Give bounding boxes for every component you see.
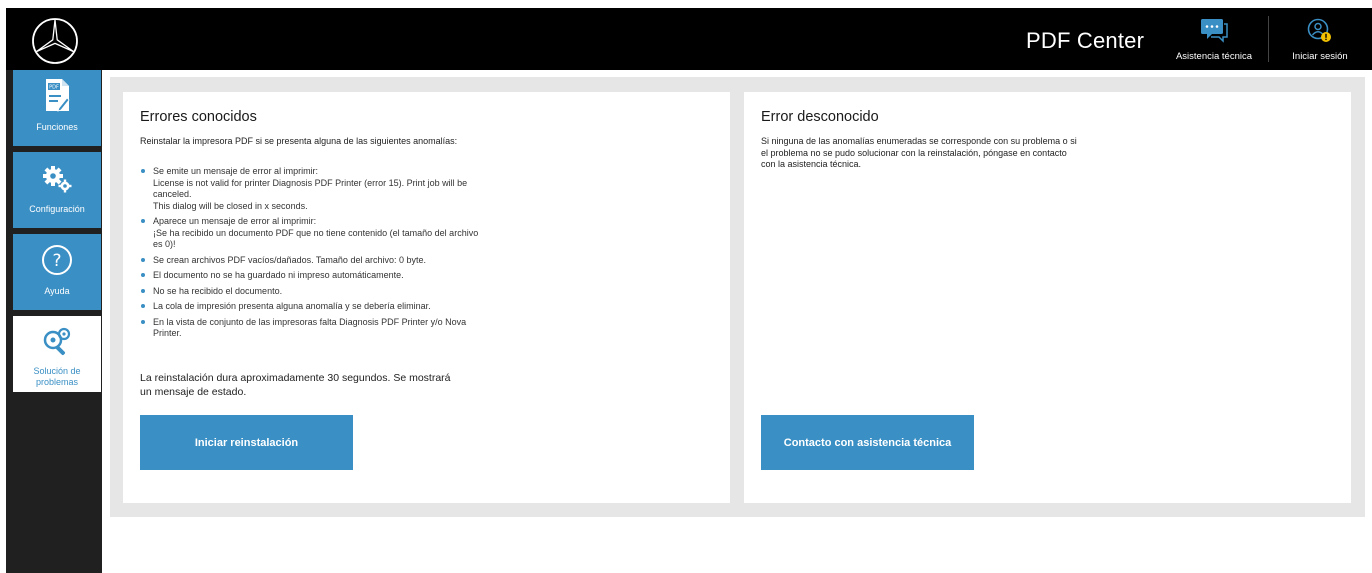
list-item: Aparece un mensaje de error al imprimir:… [140, 216, 480, 251]
bullet-dot [141, 304, 145, 308]
question-icon: ? [42, 245, 72, 275]
list-item-detail: ¡Se ha recibido un documento PDF que no … [153, 227, 479, 250]
list-item-text: En la vista de conjunto de las impresora… [153, 316, 467, 339]
sidebar-item-ayuda[interactable]: ? Ayuda [13, 234, 101, 310]
list-item: Se crean archivos PDF vacíos/dañados. Ta… [140, 255, 480, 267]
svg-text:?: ? [52, 251, 61, 271]
sidebar-item-label: Ayuda [44, 286, 70, 296]
pdf-document-icon: PDF [46, 79, 70, 112]
known-errors-list: Se emite un mensaje de error al imprimir… [140, 166, 480, 344]
list-item: En la vista de conjunto de las impresora… [140, 317, 480, 340]
bullet-dot [141, 288, 145, 293]
bullet-dot [141, 319, 145, 324]
list-item-text: No se ha recibido el documento. [153, 285, 283, 296]
unknown-error-text: Si ninguna de las anomalías enumeradas s… [761, 136, 1077, 169]
bullet-dot [141, 219, 145, 223]
troubleshoot-icon [43, 327, 71, 356]
login-button[interactable]: Iniciar sesión [1284, 8, 1356, 70]
bullet-dot [141, 273, 145, 277]
list-item-text: Aparece un mensaje de error al imprimir: [153, 216, 317, 226]
list-item-text: Se crean archivos PDF vacíos/dañados. Ta… [153, 254, 426, 265]
support-label: Asistencia técnica [1175, 51, 1253, 62]
known-errors-intro: Reinstalar la impresora PDF si se presen… [140, 136, 458, 146]
chat-support-icon [1201, 19, 1228, 43]
sidebar-item-configuracion[interactable]: Configuración [13, 152, 101, 228]
sidebar-item-label: Solución de problemas [33, 366, 81, 387]
list-item: No se ha recibido el documento. [140, 286, 480, 298]
list-item-detail: This dialog will be closed in x seconds. [153, 200, 308, 211]
app-title: PDF Center [1026, 28, 1145, 53]
list-item-text: El documento no se ha guardado ni impres… [153, 270, 404, 280]
sidebar: PDF Funciones Configuración ? Ayuda Solu… [6, 70, 102, 573]
list-item: La cola de impresión presenta alguna ano… [140, 301, 480, 313]
sidebar-item-label: Configuración [29, 204, 85, 214]
top-bar: PDF Center Asistencia técnica Iniciar se… [6, 8, 1372, 70]
known-errors-panel: Errores conocidos Reinstalar la impresor… [123, 92, 730, 503]
bullet-dot [141, 169, 145, 173]
support-button[interactable]: Asistencia técnica [1174, 8, 1254, 70]
bullet-dot [141, 257, 145, 262]
list-item-detail: License is not valid for printer Diagnos… [153, 177, 468, 200]
user-warning-icon [1307, 18, 1331, 42]
known-errors-title: Errores conocidos [140, 109, 257, 125]
unknown-error-panel: Error desconocido Si ninguna de las anom… [744, 92, 1351, 503]
sidebar-item-solucion-de-problemas[interactable]: Solución de problemas [13, 316, 101, 392]
sidebar-item-funciones[interactable]: PDF Funciones [13, 70, 101, 146]
start-reinstall-button[interactable]: Iniciar reinstalación [140, 415, 353, 470]
list-item: Se emite un mensaje de error al imprimir… [140, 166, 480, 212]
svg-text:PDF: PDF [49, 85, 59, 91]
sidebar-item-label: Funciones [36, 122, 78, 132]
top-divider [1268, 16, 1269, 62]
list-item: El documento no se ha guardado ni impres… [140, 270, 480, 282]
list-item-text: La cola de impresión presenta alguna ano… [153, 301, 431, 311]
contact-support-button[interactable]: Contacto con asistencia técnica [761, 415, 974, 470]
unknown-error-title: Error desconocido [761, 109, 879, 125]
gears-icon [43, 166, 72, 193]
login-label: Iniciar sesión [1292, 51, 1348, 62]
reinstall-duration-note: La reinstalación dura aproximadamente 30… [140, 372, 451, 398]
mercedes-star-logo-icon[interactable] [31, 17, 79, 65]
list-item-text: Se emite un mensaje de error al imprimir… [153, 166, 319, 176]
